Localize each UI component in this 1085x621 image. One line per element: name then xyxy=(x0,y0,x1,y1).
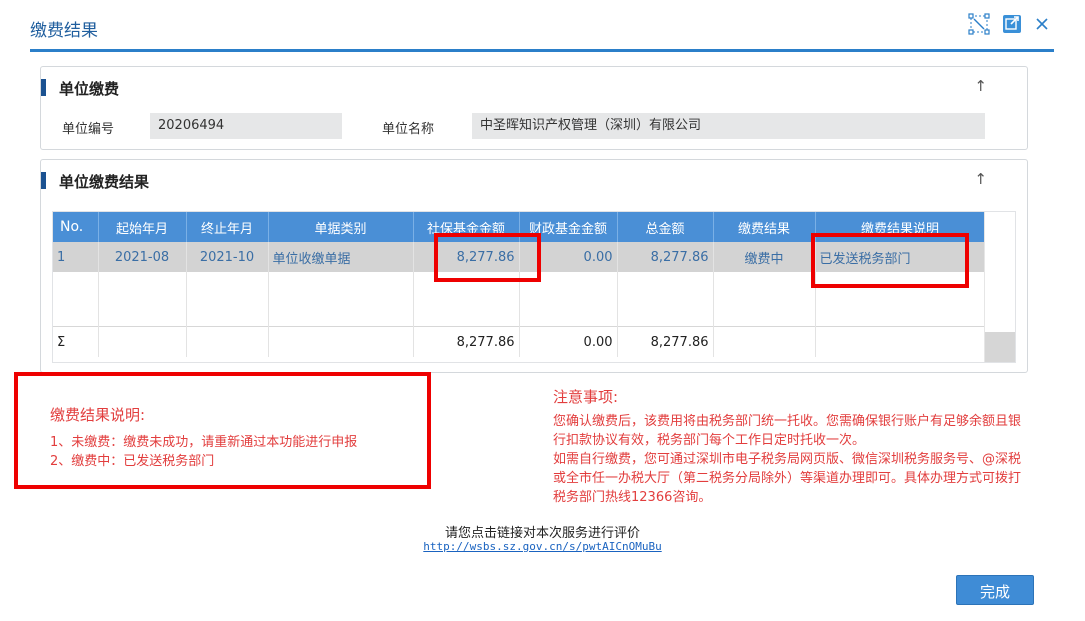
cell-total: 8,277.86 xyxy=(617,242,714,272)
cell-start: 2021-08 xyxy=(98,242,187,272)
sum-cell xyxy=(713,326,816,357)
panel-marker xyxy=(41,79,46,96)
col-header-result[interactable]: 缴费结果 xyxy=(713,212,816,242)
sum-cell xyxy=(186,326,269,357)
cell-type: 单位收缴单据 xyxy=(268,242,414,272)
window-title: 缴费结果 xyxy=(30,21,98,41)
result-grid: No. 起始年月 终止年月 单据类别 社保基金金额 财政基金金额 总金额 缴费结… xyxy=(52,211,1016,363)
unit-name-label: 单位名称 xyxy=(382,122,435,137)
result-panel-title: 单位缴费结果 xyxy=(59,173,150,191)
sum-row: Σ 8,277.86 0.00 8,277.86 xyxy=(53,326,986,357)
col-header-fiscal[interactable]: 财政基金金额 xyxy=(519,212,618,242)
result-panel: 单位缴费结果 ↑ No. 起始年月 终止年月 单据类别 社保基金金额 财政基金金… xyxy=(40,159,1028,373)
notice-paragraph: 如需自行缴费，您可通过深圳市电子税务局网页版、微信深圳税务服务号、@深税或全市任… xyxy=(553,452,1022,505)
title-underline xyxy=(30,49,1054,52)
col-header-start[interactable]: 起始年月 xyxy=(98,212,187,242)
unit-no-label: 单位编号 xyxy=(62,122,115,137)
close-icon[interactable] xyxy=(1031,13,1053,35)
table-header-row: No. 起始年月 终止年月 单据类别 社保基金金额 财政基金金额 总金额 缴费结… xyxy=(53,212,986,242)
col-header-result-desc[interactable]: 缴费结果说明 xyxy=(815,212,986,242)
sum-social: 8,277.86 xyxy=(413,326,520,357)
panel-marker xyxy=(41,172,46,189)
cell-result: 缴费中 xyxy=(713,242,816,272)
sum-total: 8,277.86 xyxy=(617,326,714,357)
result-panel-header: 单位缴费结果 ↑ xyxy=(41,160,1027,196)
sum-symbol: Σ xyxy=(53,326,99,357)
notice-section: 注意事项: 您确认缴费后，该费用将由税务部门统一托收。您需确保银行账户有足够余额… xyxy=(553,386,1023,507)
cell-result-desc: 已发送税务部门 xyxy=(815,242,986,272)
sum-cell xyxy=(268,326,414,357)
sum-fiscal: 0.00 xyxy=(519,326,618,357)
notice-heading: 注意事项: xyxy=(553,388,619,406)
cell-end: 2021-10 xyxy=(186,242,269,272)
collapse-arrow-icon[interactable]: ↑ xyxy=(974,77,987,95)
sum-cell xyxy=(98,326,187,357)
unit-panel: 单位缴费 ↑ 单位编号 20206494 单位名称 中圣晖知识产权管理（深圳）有… xyxy=(40,66,1028,150)
evaluation-text: 请您点击链接对本次服务进行评价 xyxy=(444,526,640,541)
explain-line: 1、未缴费：缴费未成功，请重新通过本功能进行申报 xyxy=(50,435,358,450)
sum-cell xyxy=(815,326,986,357)
col-header-no[interactable]: No. xyxy=(53,212,99,242)
cell-fiscal: 0.00 xyxy=(519,242,618,272)
title-bar: 缴费结果 xyxy=(0,0,1085,52)
notice-paragraph: 您确认缴费后，该费用将由税务部门统一托收。您需确保银行账户有足够余额且银行扣款协… xyxy=(553,414,1022,448)
collapse-arrow-icon[interactable]: ↑ xyxy=(974,170,987,188)
unit-panel-title: 单位缴费 xyxy=(59,80,120,98)
done-button[interactable]: 完成 xyxy=(956,575,1034,605)
result-explanation: 缴费结果说明: 1、未缴费：缴费未成功，请重新通过本功能进行申报 2、缴费中：已… xyxy=(50,404,357,471)
unit-panel-header: 单位缴费 ↑ xyxy=(41,67,1027,103)
evaluation-link[interactable]: http://wsbs.sz.gov.cn/s/pwtAICnOMuBu xyxy=(0,540,1085,553)
cell-social: 8,277.86 xyxy=(413,242,520,272)
empty-row xyxy=(53,272,986,327)
table-row[interactable]: 1 2021-08 2021-10 单位收缴单据 8,277.86 0.00 8… xyxy=(53,242,986,272)
col-header-type[interactable]: 单据类别 xyxy=(268,212,414,242)
explain-heading: 缴费结果说明: xyxy=(50,406,146,424)
col-header-social[interactable]: 社保基金金额 xyxy=(413,212,520,242)
result-table: No. 起始年月 终止年月 单据类别 社保基金金额 财政基金金额 总金额 缴费结… xyxy=(53,212,986,357)
unit-name-field: 中圣晖知识产权管理（深圳）有限公司 xyxy=(472,113,985,139)
col-header-total[interactable]: 总金额 xyxy=(617,212,714,242)
unit-no-field: 20206494 xyxy=(150,113,342,139)
scrollbar-thumb[interactable] xyxy=(985,332,1015,362)
popout-icon[interactable] xyxy=(1001,13,1023,35)
col-header-end[interactable]: 终止年月 xyxy=(186,212,269,242)
fullscreen-icon[interactable] xyxy=(968,13,990,35)
explain-line: 2、缴费中：已发送税务部门 xyxy=(50,454,215,469)
cell-no: 1 xyxy=(53,242,99,272)
vertical-scrollbar[interactable] xyxy=(984,212,1015,362)
